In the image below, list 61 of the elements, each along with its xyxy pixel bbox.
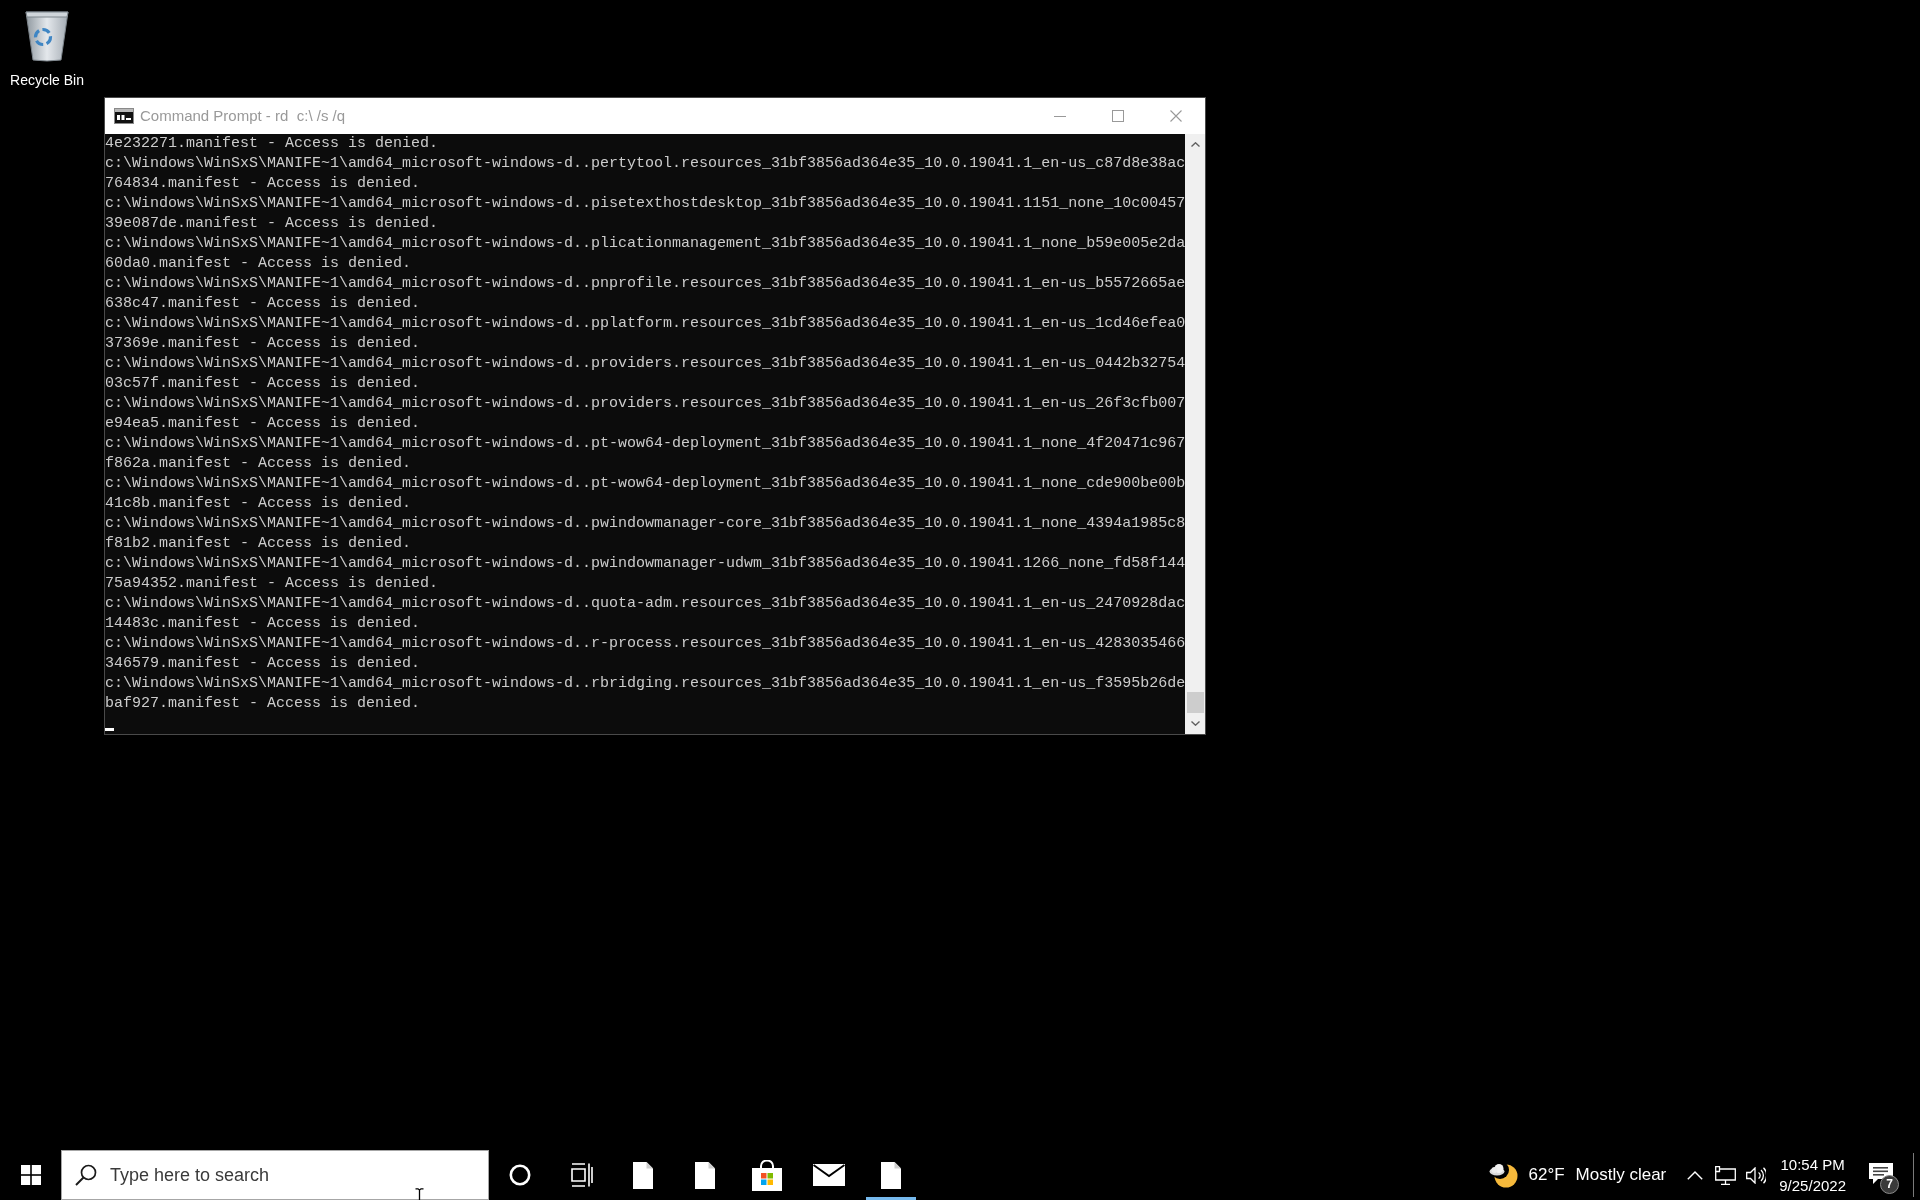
console-output-line: 41c8b.manifest - Access is denied. — [105, 494, 413, 514]
console-output-line: c:\Windows\WinSxS\MANIFE~1\amd64_microsoft-windows-d..pertytool.resources_31bf3856ad364e35_10.0.19041.1_en-us_c87d8e38ac — [105, 154, 1185, 174]
i-beam-pointer-icon — [415, 1188, 424, 1200]
minimize-icon — [1054, 115, 1066, 117]
console-output-line: 638c47.manifest - Access is denied. — [105, 294, 422, 314]
console-output-line: 14483c.manifest - Access is denied. — [105, 614, 422, 634]
console-output-line: e94ea5.manifest - Access is denied. — [105, 414, 422, 434]
console-output-line: c:\Windows\WinSxS\MANIFE~1\amd64_microsoft-windows-d..rbridging.resources_31bf3856ad364e35_10.0.19041.1_en-us_f3595b26de — [105, 674, 1185, 694]
console-output-line: c:\Windows\WinSxS\MANIFE~1\amd64_microsoft-windows-d..pnprofile.resources_31bf3856ad364e35_10.0.19041.1_en-us_b5572665ae — [105, 274, 1185, 294]
console-output-line: baf927.manifest - Access is denied. — [105, 694, 422, 714]
chevron-up-icon — [1190, 142, 1200, 147]
document-icon — [695, 1161, 715, 1189]
console-output-line: c:\Windows\WinSxS\MANIFE~1\amd64_microsoft-windows-d..pt-wow64-deployment_31bf3856ad364e35_10.0.19041.1_none_cde900be00b — [105, 474, 1185, 494]
document-icon — [881, 1161, 901, 1189]
maximize-icon — [1112, 110, 1124, 122]
weather-temperature[interactable]: 62°F — [1528, 1165, 1565, 1185]
console-output-line: c:\Windows\WinSxS\MANIFE~1\amd64_microsoft-windows-d..providers.resources_31bf3856ad364e35_10.0.19041.1_en-us_26f3cfb007 — [105, 394, 1185, 414]
chevron-up-icon[interactable] — [1687, 1170, 1704, 1180]
console-cursor-icon — [105, 728, 114, 731]
console-output-line: c:\Windows\WinSxS\MANIFE~1\amd64_microsoft-windows-d..plicationmanagement_31bf3856ad364e35_10.0.19041.1_none_b59e005e2da — [105, 234, 1185, 254]
desktop-icon-label[interactable]: Recycle Bin — [10, 72, 84, 88]
console-output-line: 346579.manifest - Access is denied. — [105, 654, 422, 674]
console-output-line: f862a.manifest - Access is denied. — [105, 454, 413, 474]
moon-cloud-icon[interactable] — [1489, 1162, 1519, 1188]
speaker-icon[interactable] — [1746, 1166, 1767, 1184]
console-output-line: c:\Windows\WinSxS\MANIFE~1\amd64_microsoft-windows-d..pwindowmanager-udwm_31bf3856ad364e35_10.0.19041.1266_none_fd58f144 — [105, 554, 1185, 574]
task-view-icon[interactable] — [570, 1163, 593, 1187]
window-title: Command Prompt - rd c:\ /s /q — [140, 107, 346, 125]
network-icon[interactable] — [1715, 1165, 1737, 1185]
console-output-line: c:\Windows\WinSxS\MANIFE~1\amd64_microsoft-windows-d..pplatform.resources_31bf3856ad364e35_10.0.19041.1_en-us_1cd46efea0 — [105, 314, 1185, 334]
search-icon — [75, 1164, 97, 1186]
console-output-line: 4e232271.manifest - Access is denied. — [105, 134, 440, 154]
console-output-line: c:\Windows\WinSxS\MANIFE~1\amd64_microsoft-windows-d..pt-wow64-deployment_31bf3856ad364e35_10.0.19041.1_none_4f20471c967 — [105, 434, 1185, 454]
circle-icon[interactable] — [509, 1164, 531, 1186]
console-output-line: 75a94352.manifest - Access is denied. — [105, 574, 440, 594]
console-output-line: 764834.manifest - Access is denied. — [105, 174, 422, 194]
scrollbar[interactable] — [1185, 134, 1205, 734]
console-output-line: 60da0.manifest - Access is denied. — [105, 254, 413, 274]
search-field[interactable]: Type here to search — [61, 1150, 489, 1200]
shopping-bag-icon — [752, 1159, 782, 1191]
chevron-down-icon — [1190, 721, 1200, 726]
terminal-icon — [114, 108, 134, 124]
weather-condition[interactable]: Mostly clear — [1575, 1165, 1667, 1185]
console-output-line: c:\Windows\WinSxS\MANIFE~1\amd64_microsoft-windows-d..r-process.resources_31bf3856ad364e35_10.0.19041.1_en-us_4283035466 — [105, 634, 1185, 654]
clock-date[interactable]: 9/25/2022 — [1779, 1175, 1846, 1196]
console-output-line: c:\Windows\WinSxS\MANIFE~1\amd64_microsoft-windows-d..pisetexthostdesktop_31bf3856ad364e35_10.0.19041.1151_none_10c00457 — [105, 194, 1185, 214]
console-output-line: c:\Windows\WinSxS\MANIFE~1\amd64_microsoft-windows-d..quota-adm.resources_31bf3856ad364e35_10.0.19041.1_en-us_2470928dac — [105, 594, 1185, 614]
envelope-icon — [813, 1164, 845, 1186]
console-output-line: 03c57f.manifest - Access is denied. — [105, 374, 422, 394]
document-icon — [633, 1161, 653, 1189]
windows-logo-icon[interactable] — [20, 1165, 41, 1185]
console-output-line: c:\Windows\WinSxS\MANIFE~1\amd64_microsoft-windows-d..pwindowmanager-core_31bf3856ad364e35_10.0.19041.1_none_4394a1985c8 — [105, 514, 1185, 534]
scrollbar-thumb[interactable] — [1186, 692, 1204, 713]
recycle-bin-icon[interactable] — [23, 8, 71, 62]
console-output-line: c:\Windows\WinSxS\MANIFE~1\amd64_microsoft-windows-d..providers.resources_31bf3856ad364e35_10.0.19041.1_en-us_0442b32754 — [105, 354, 1185, 374]
clock-time[interactable]: 10:54 PM — [1780, 1154, 1845, 1175]
console-output-line: f81b2.manifest - Access is denied. — [105, 534, 413, 554]
console-output-line: 37369e.manifest - Access is denied. — [105, 334, 422, 354]
console-output-line: 39e087de.manifest - Access is denied. — [105, 214, 440, 234]
notification-badge: 7 — [1880, 1175, 1899, 1194]
close-icon — [1170, 110, 1182, 122]
